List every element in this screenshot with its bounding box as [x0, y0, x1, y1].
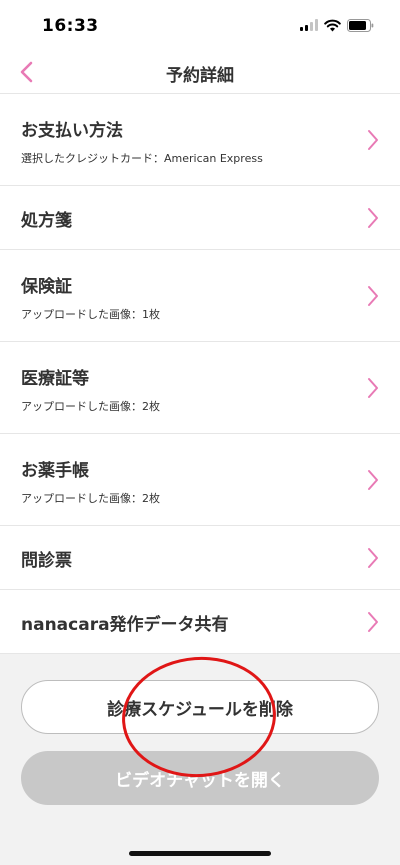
- open-video-chat-button: ビデオチャットを開く: [21, 751, 379, 805]
- home-indicator: [129, 851, 271, 856]
- chevron-right-icon: [368, 548, 378, 568]
- signal-icon: [300, 19, 318, 31]
- item-title: 処方箋: [21, 211, 72, 231]
- status-time: 16:33: [42, 16, 99, 36]
- questionnaire-item[interactable]: 問診票: [0, 526, 400, 590]
- chevron-right-icon: [368, 378, 378, 398]
- reservation-detail-screen: 16:33 予約詳細 お支払い方法 選択したクレジットカード：American …: [0, 0, 400, 865]
- status-bar: 16:33: [0, 0, 400, 50]
- status-icons: [300, 18, 374, 32]
- item-title: 医療証等: [21, 369, 89, 389]
- prescription-item[interactable]: 処方箋: [0, 186, 400, 250]
- chevron-right-icon: [368, 470, 378, 490]
- detail-list: お支払い方法 選択したクレジットカード：American Express 処方箋…: [0, 94, 400, 654]
- insurance-card-item[interactable]: 保険証 アップロードした画像：1枚: [0, 250, 400, 342]
- wifi-icon: [324, 19, 341, 32]
- chevron-right-icon: [368, 130, 378, 150]
- delete-schedule-button[interactable]: 診療スケジュールを削除: [21, 680, 379, 734]
- payment-method-item[interactable]: お支払い方法 選択したクレジットカード：American Express: [0, 94, 400, 186]
- item-subtitle: 選択したクレジットカード：American Express: [21, 152, 263, 165]
- item-subtitle: アップロードした画像：1枚: [21, 308, 160, 321]
- chevron-right-icon: [368, 286, 378, 306]
- medication-notebook-item[interactable]: お薬手帳 アップロードした画像：2枚: [0, 434, 400, 526]
- navigation-bar: 予約詳細: [0, 50, 400, 94]
- battery-icon: [347, 18, 374, 32]
- medical-certificate-item[interactable]: 医療証等 アップロードした画像：2枚: [0, 342, 400, 434]
- chevron-right-icon: [368, 208, 378, 228]
- item-title: 問診票: [21, 551, 72, 571]
- item-title: お支払い方法: [21, 121, 123, 141]
- seizure-data-sharing-item[interactable]: nanacara発作データ共有: [0, 590, 400, 654]
- chevron-right-icon: [368, 612, 378, 632]
- item-title: nanacara発作データ共有: [21, 615, 229, 635]
- item-subtitle: アップロードした画像：2枚: [21, 492, 160, 505]
- page-title: 予約詳細: [166, 66, 234, 86]
- item-subtitle: アップロードした画像：2枚: [21, 400, 160, 413]
- action-area: 診療スケジュールを削除 ビデオチャットを開く: [0, 655, 400, 865]
- item-title: お薬手帳: [21, 461, 89, 481]
- item-title: 保険証: [21, 277, 72, 297]
